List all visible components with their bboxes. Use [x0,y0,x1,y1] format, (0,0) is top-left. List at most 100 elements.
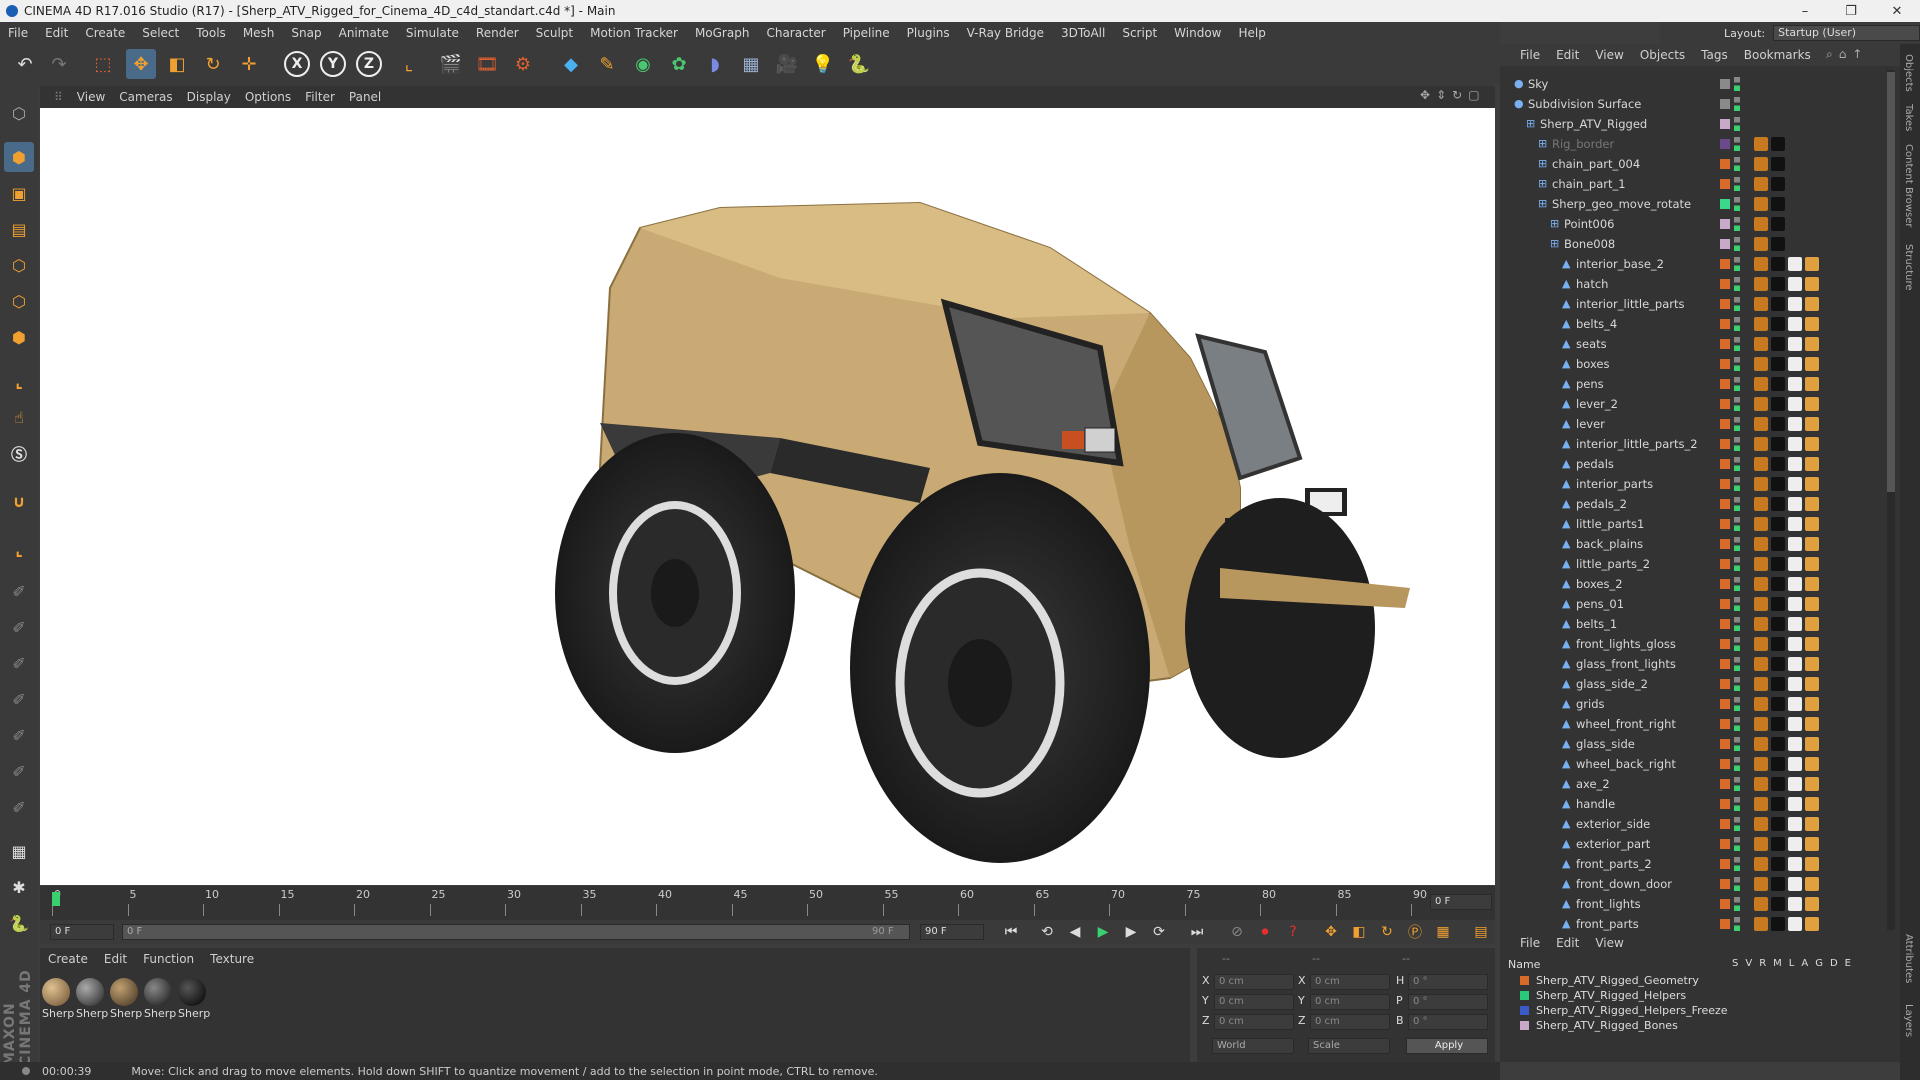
material-tag-icon[interactable] [1805,757,1819,771]
object-row[interactable]: ▲ front_lights_gloss [1502,634,1887,654]
layer-color-swatch[interactable] [1720,879,1730,889]
visibility-dots-icon[interactable] [1734,577,1740,591]
visibility-dots-icon[interactable] [1734,97,1740,111]
material-tag-icon[interactable] [1805,637,1819,651]
material-tag-icon[interactable] [1771,717,1785,731]
menu-window[interactable]: Window [1174,26,1221,40]
material-tag-icon[interactable] [1771,497,1785,511]
material-tag-icon[interactable] [1754,377,1768,391]
object-row[interactable]: ▲ wheel_front_right [1502,714,1887,734]
material-tag-icon[interactable] [1805,857,1819,871]
layer-color-swatch[interactable] [1720,919,1730,929]
object-row[interactable]: ▲ wheel_back_right [1502,754,1887,774]
visibility-dots-icon[interactable] [1734,497,1740,511]
om-menu-objects[interactable]: Objects [1640,48,1685,62]
minimize-button[interactable]: – [1782,0,1828,22]
material-tag-icon[interactable] [1805,597,1819,611]
material-tag-icon[interactable] [1771,457,1785,471]
layer-name[interactable]: Sherp_ATV_Rigged_Helpers_Freeze [1536,1004,1728,1017]
visibility-dots-icon[interactable] [1734,417,1740,431]
layer-color-swatch[interactable] [1720,139,1730,149]
material-tag-icon[interactable] [1771,797,1785,811]
layer-color-swatch[interactable] [1520,976,1529,985]
material-tag-icon[interactable] [1754,457,1768,471]
layer-color-swatch[interactable] [1720,639,1730,649]
material-tag-icon[interactable] [1805,297,1819,311]
visibility-dots-icon[interactable] [1734,697,1740,711]
visibility-dots-icon[interactable] [1734,557,1740,571]
material-tag-icon[interactable] [1754,557,1768,571]
material-tag-icon[interactable] [1754,797,1768,811]
object-name[interactable]: chain_part_004 [1552,157,1640,171]
coord-size-field[interactable]: 0 cm [1310,994,1390,1010]
object-name[interactable]: pedals_2 [1576,497,1627,511]
material-tag-icon[interactable] [1805,777,1819,791]
object-name[interactable]: grids [1576,697,1605,711]
menu-render[interactable]: Render [476,26,519,40]
menu-character[interactable]: Character [766,26,825,40]
visibility-dots-icon[interactable] [1734,857,1740,871]
go-to-end-icon[interactable]: ⏭ [1186,922,1208,942]
layer-color-swatch[interactable] [1720,659,1730,669]
material-tag-icon[interactable] [1788,337,1802,351]
side-tab-content-browser[interactable]: Content Browser [1903,144,1914,227]
layer-color-swatch[interactable] [1720,899,1730,909]
object-name[interactable]: little_parts1 [1576,517,1644,531]
menu-animate[interactable]: Animate [339,26,389,40]
material-tag-icon[interactable] [1754,837,1768,851]
object-row[interactable]: ⊞ Rig_border [1502,134,1887,154]
object-row[interactable]: ▲ exterior_part [1502,834,1887,854]
python-icon[interactable]: 🐍 [844,49,874,79]
material-tag-icon[interactable] [1771,837,1785,851]
end-frame-field[interactable]: 90 F [920,924,984,940]
object-row[interactable]: ▲ pedals [1502,454,1887,474]
material-tag-icon[interactable] [1771,657,1785,671]
material-tag-icon[interactable] [1754,317,1768,331]
material-tag-icon[interactable] [1754,537,1768,551]
coord-position-field[interactable]: 0 cm [1214,974,1294,990]
object-name[interactable]: Sherp_ATV_Rigged [1540,117,1647,131]
visibility-dots-icon[interactable] [1734,677,1740,691]
material-swatch[interactable] [178,978,206,1006]
layer-menu-view[interactable]: View [1595,936,1623,950]
object-row[interactable]: ▲ front_parts_2 [1502,854,1887,874]
layer-name[interactable]: Sherp_ATV_Rigged_Geometry [1536,974,1699,987]
layer-color-swatch[interactable] [1720,519,1730,529]
layer-color-swatch[interactable] [1720,679,1730,689]
material-tag-icon[interactable] [1805,497,1819,511]
object-row[interactable]: ▲ belts_4 [1502,314,1887,334]
visibility-dots-icon[interactable] [1734,797,1740,811]
layer-color-swatch[interactable] [1720,799,1730,809]
object-name[interactable]: front_parts_2 [1576,857,1652,871]
material-tag-icon[interactable] [1771,637,1785,651]
zoom-icon[interactable]: ⇕ [1436,88,1446,106]
layer-row[interactable]: Sherp_ATV_Rigged_Helpers_Freeze [1520,1003,1728,1018]
maximize-icon[interactable]: ▢ [1468,88,1479,106]
object-name[interactable]: interior_base_2 [1576,257,1664,271]
coord-rotation-field[interactable]: 0 ° [1408,994,1488,1010]
pen-icon[interactable]: ✎ [592,49,622,79]
undo-icon[interactable]: ↶ [10,49,40,79]
material-tag-icon[interactable] [1754,757,1768,771]
visibility-dots-icon[interactable] [1734,397,1740,411]
material-tag-icon[interactable] [1805,717,1819,731]
material-tag-icon[interactable] [1771,337,1785,351]
object-name[interactable]: Rig_border [1552,137,1614,151]
object-name[interactable]: interior_parts [1576,477,1653,491]
keyframe-selection-icon[interactable]: ? [1282,922,1304,942]
object-row[interactable]: ▲ handle [1502,794,1887,814]
object-row[interactable]: ▲ exterior_side [1502,814,1887,834]
key-pla-icon[interactable]: ▦ [1432,922,1454,942]
material-tag-icon[interactable] [1805,917,1819,931]
object-row[interactable]: ▲ little_parts_2 [1502,554,1887,574]
material-tag-icon[interactable] [1754,637,1768,651]
menu-pipeline[interactable]: Pipeline [843,26,890,40]
visibility-dots-icon[interactable] [1734,637,1740,651]
material-tag-icon[interactable] [1788,637,1802,651]
material-tag-icon[interactable] [1771,177,1785,191]
cube-icon[interactable]: ◆ [556,49,586,79]
z-axis-icon[interactable]: Z [356,51,382,77]
material-tag-icon[interactable] [1754,897,1768,911]
material-tag-icon[interactable] [1805,437,1819,451]
workplane-axis-icon[interactable]: ⌞ [4,534,34,564]
